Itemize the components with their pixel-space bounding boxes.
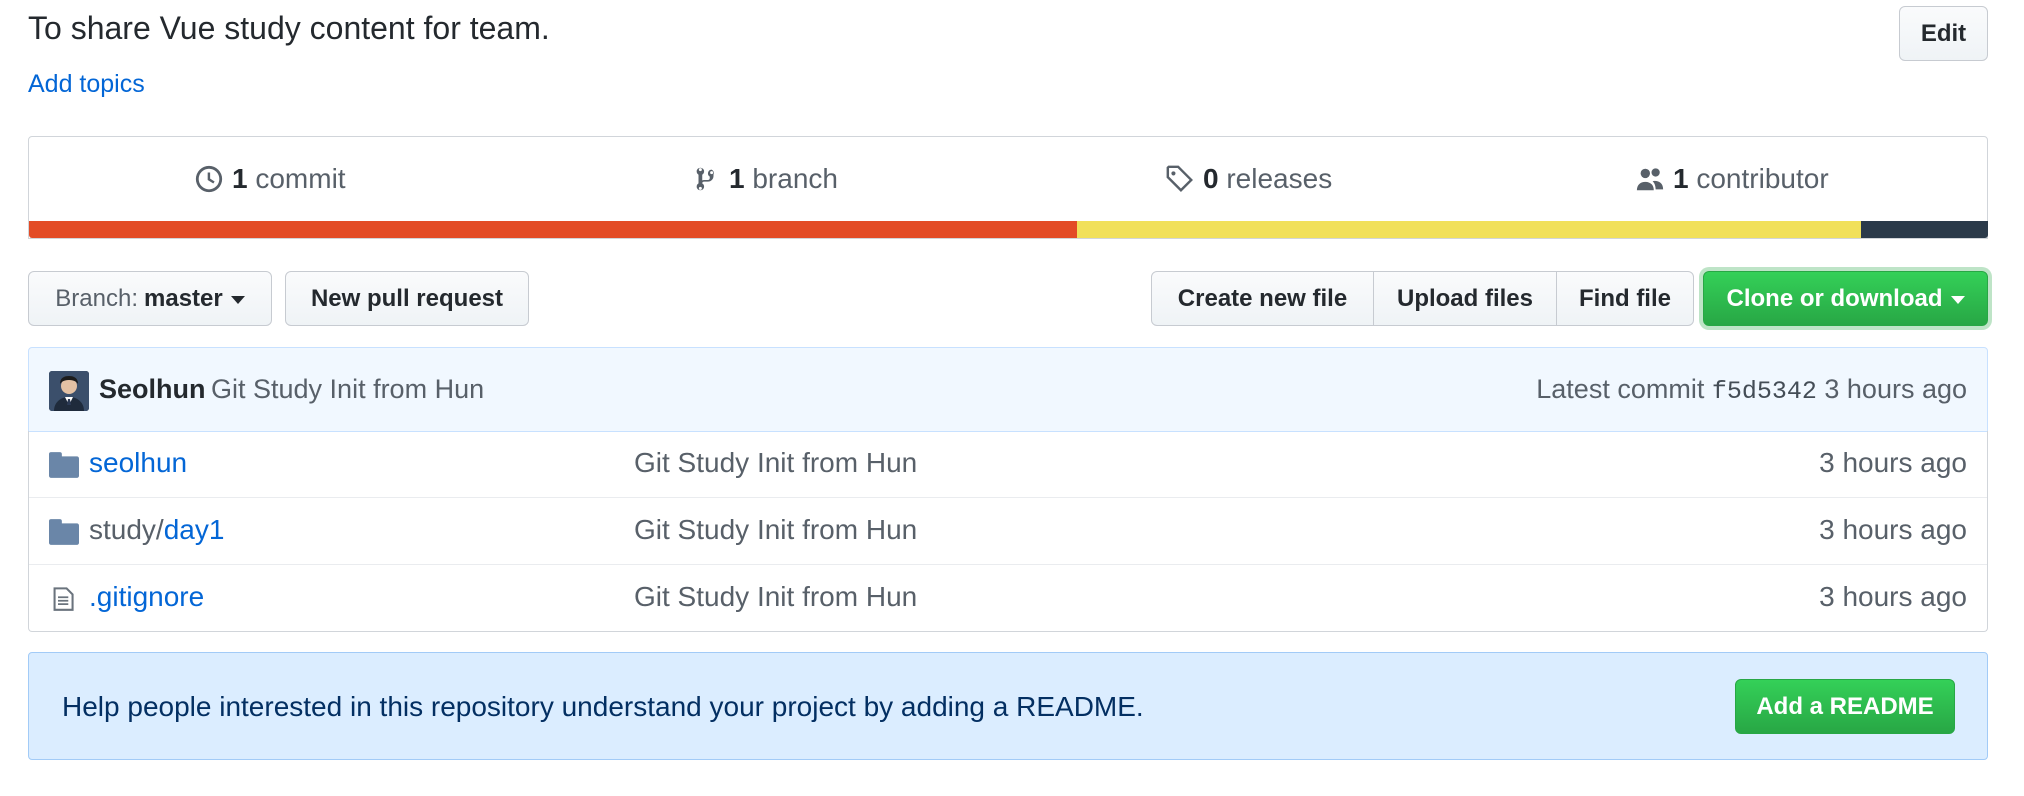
caret-down-icon [1950,296,1965,304]
file-age: 3 hours ago [1819,447,1967,478]
releases-label: releases [1226,163,1333,194]
file-name-link[interactable]: day1 [164,514,225,545]
file-list: seolhun Git Study Init from Hun 3 hours … [28,431,1988,632]
file-name[interactable]: seolhun [89,447,187,479]
folder-icon [49,452,79,478]
people-icon [1636,168,1664,191]
file-age: 3 hours ago [1819,514,1967,545]
readme-banner-text: Help people interested in this repositor… [62,691,1144,722]
commit-meta: Latest commit f5d5342 3 hours ago [1536,374,1967,406]
commits-count: 1 [232,163,248,194]
avatar[interactable] [49,371,89,411]
clone-or-download-label: Clone or download [1726,284,1943,312]
find-file-button[interactable]: Find file [1556,271,1694,326]
file-name[interactable]: .gitignore [89,581,204,613]
branch-select-button[interactable]: Branch: master [28,271,272,326]
commits-label: commit [255,163,346,194]
readme-banner: Help people interested in this repositor… [28,652,1988,760]
commit-author-link[interactable]: Seolhun [99,374,206,405]
file-commit-message[interactable]: Git Study Init from Hun [634,581,917,613]
edit-description-button[interactable]: Edit [1899,6,1988,61]
new-pull-request-button[interactable]: New pull request [285,271,529,326]
commit-age: 3 hours ago [1824,374,1967,404]
file-name-link[interactable]: .gitignore [89,581,204,612]
branches-label: branch [752,163,838,194]
file-name[interactable]: study/day1 [89,514,224,546]
branch-name: master [144,284,223,312]
caret-down-icon [230,296,245,304]
history-icon [195,165,223,193]
language-bar[interactable] [29,221,1988,238]
contributors-label: contributor [1696,163,1829,194]
commits-stat[interactable]: 1 commit [194,163,346,195]
add-readme-button[interactable]: Add a README [1735,679,1955,734]
contributors-stat[interactable]: 1 contributor [1635,163,1829,195]
latest-commit-label: Latest commit [1536,374,1705,404]
file-commit-message[interactable]: Git Study Init from Hun [634,514,917,546]
file-commit-message[interactable]: Git Study Init from Hun [634,447,917,479]
file-row: study/day1 Git Study Init from Hun 3 hou… [29,497,1987,564]
file-age: 3 hours ago [1819,581,1967,612]
dir-prefix: study/ [89,514,164,545]
commit-sha-link[interactable]: f5d5342 [1712,377,1817,406]
file-icon [53,587,74,611]
branch-prefix: Branch: [55,284,138,312]
git-branch-icon [696,167,714,191]
tag-icon [1166,165,1193,192]
file-row: .gitignore Git Study Init from Hun 3 hou… [29,564,1987,631]
contributors-count: 1 [1673,163,1689,194]
language-bar-segment[interactable] [1860,221,1988,238]
branches-count: 1 [729,163,745,194]
upload-files-button[interactable]: Upload files [1373,271,1557,326]
create-new-file-button[interactable]: Create new file [1151,271,1374,326]
branches-stat[interactable]: 1 branch [691,163,838,195]
clone-or-download-button[interactable]: Clone or download [1703,271,1988,326]
releases-count: 0 [1203,163,1219,194]
language-bar-segment[interactable] [29,221,1078,238]
latest-commit-bar: Seolhun Git Study Init from Hun Latest c… [28,347,1988,432]
language-bar-segment[interactable] [1077,221,1861,238]
file-row: seolhun Git Study Init from Hun 3 hours … [29,431,1987,497]
folder-icon [49,519,79,545]
releases-stat[interactable]: 0 releases [1165,163,1332,195]
add-topics-link[interactable]: Add topics [28,70,145,99]
file-name-link[interactable]: seolhun [89,447,187,478]
repo-description: To share Vue study content for team. [28,10,550,46]
commit-message-link[interactable]: Git Study Init from Hun [211,374,484,405]
file-actions-group: Create new file Upload files Find file [1151,271,1694,326]
